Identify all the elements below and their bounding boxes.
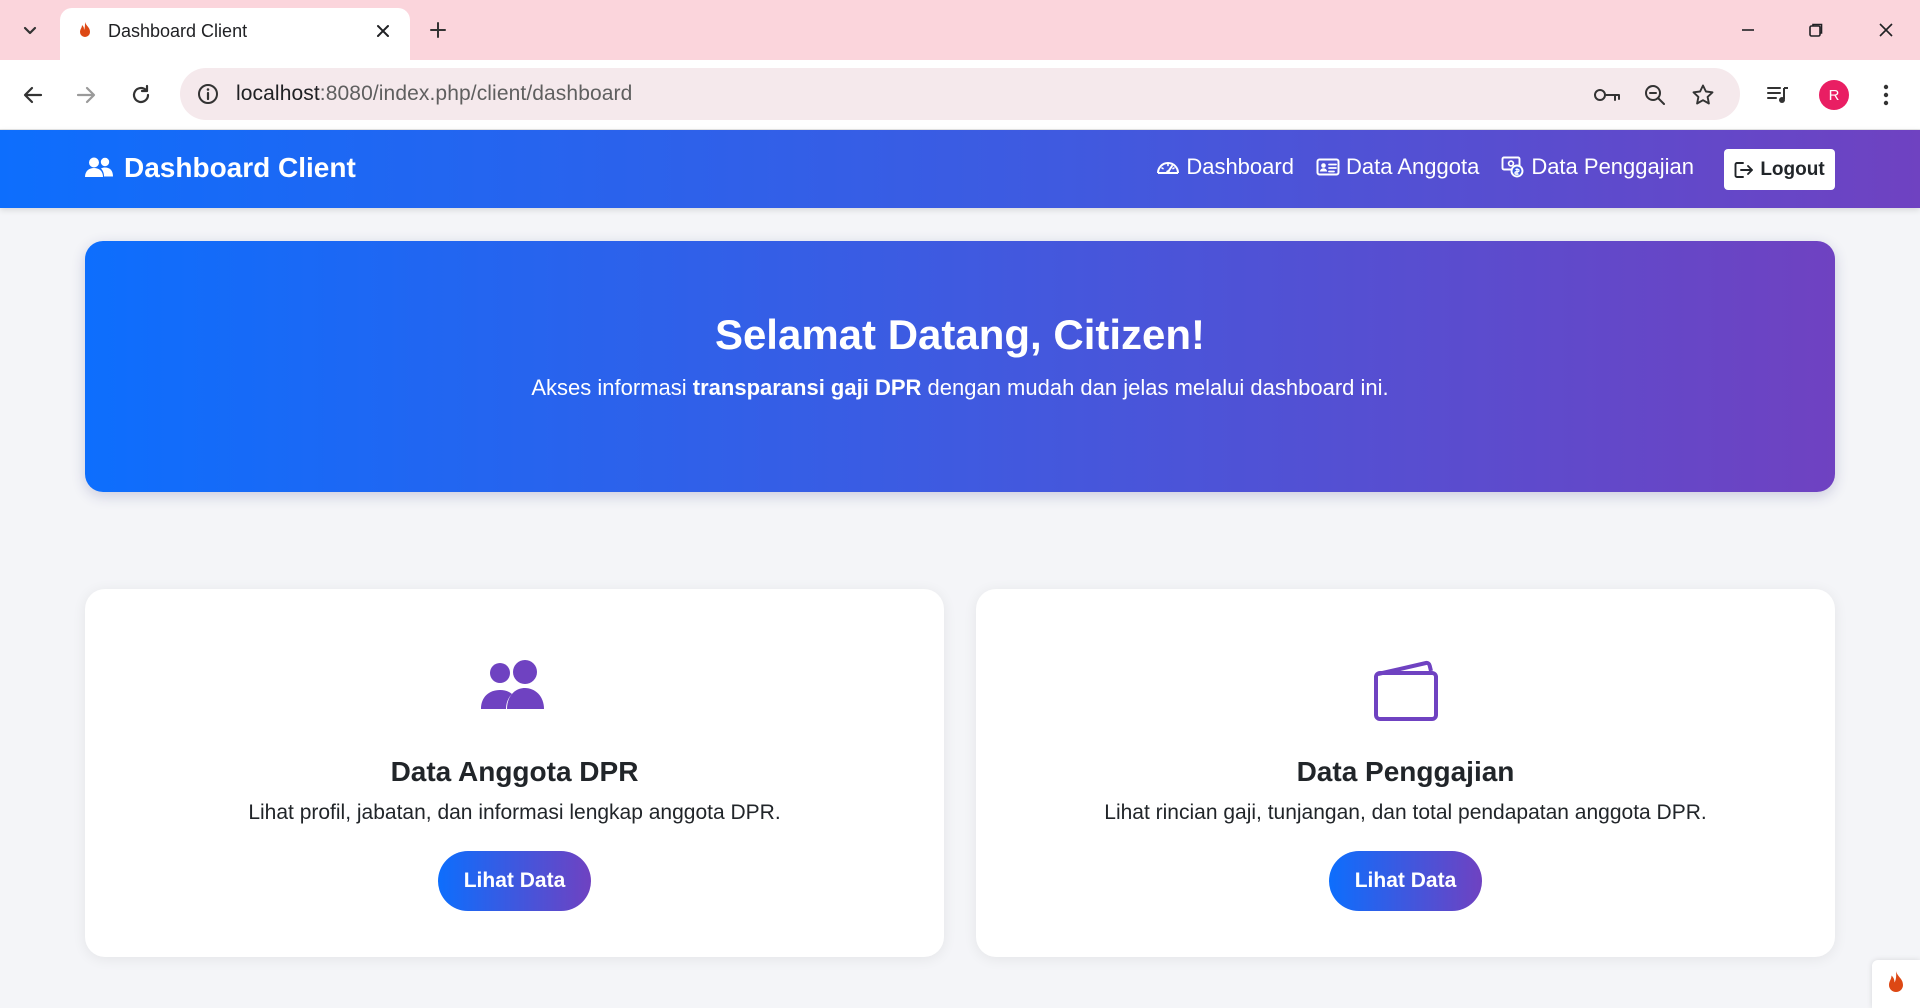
star-icon bbox=[1692, 84, 1714, 105]
cash-coin-icon bbox=[1501, 156, 1524, 178]
close-window-button[interactable] bbox=[1864, 10, 1908, 50]
url-path: :8080/index.php/client/dashboard bbox=[319, 82, 633, 105]
bookmark-button[interactable] bbox=[1688, 80, 1718, 110]
speedometer-icon bbox=[1157, 162, 1180, 174]
media-controls-button[interactable] bbox=[1760, 77, 1796, 113]
id-card-icon bbox=[1316, 158, 1340, 176]
browser-tab-strip: Dashboard Client bbox=[0, 0, 1920, 60]
card-title: Data Penggajian bbox=[1296, 756, 1515, 787]
arrow-left-icon bbox=[23, 86, 43, 104]
welcome-title: Selamat Datang, Citizen! bbox=[714, 311, 1206, 358]
logout-button[interactable]: Logout bbox=[1724, 149, 1835, 190]
welcome-subtitle: Akses informasi transparansi gaji DPR de… bbox=[85, 375, 1835, 401]
people-icon bbox=[85, 157, 113, 177]
app-navbar: Dashboard Client Dashboard Data Anggota … bbox=[0, 130, 1920, 208]
nav-link-dashboard[interactable]: Dashboard bbox=[1156, 154, 1294, 180]
nav-link-label: Data Anggota bbox=[1345, 154, 1480, 179]
restore-button[interactable] bbox=[1794, 10, 1838, 50]
nav-link-label: Data Penggajian bbox=[1531, 154, 1694, 179]
debug-toolbar-toggle[interactable] bbox=[1872, 960, 1920, 1008]
subtitle-emphasis: transparansi gaji DPR bbox=[692, 375, 922, 400]
forward-button[interactable] bbox=[68, 77, 104, 113]
minimize-icon bbox=[1742, 29, 1754, 31]
plus-icon bbox=[430, 22, 446, 38]
brand-label: Dashboard Client bbox=[124, 152, 356, 183]
flame-icon bbox=[1889, 971, 1903, 992]
reload-button[interactable] bbox=[123, 77, 159, 113]
back-button[interactable] bbox=[15, 77, 51, 113]
profile-avatar[interactable]: R bbox=[1819, 80, 1849, 110]
new-tab-button[interactable] bbox=[420, 12, 456, 48]
lihat-data-anggota-button[interactable]: Lihat Data bbox=[438, 851, 591, 911]
wallet-icon bbox=[976, 659, 1835, 725]
card-description: Lihat rincian gaji, tunjangan, dan total… bbox=[1104, 801, 1707, 824]
logout-label: Logout bbox=[1760, 158, 1825, 180]
browser-menu-button[interactable] bbox=[1868, 77, 1904, 113]
key-icon bbox=[1594, 89, 1620, 101]
logout-icon bbox=[1734, 161, 1754, 178]
more-vertical-icon bbox=[1883, 84, 1889, 106]
info-icon bbox=[198, 84, 218, 104]
restore-icon bbox=[1809, 23, 1823, 37]
tab-search-button[interactable] bbox=[12, 12, 48, 48]
tab-title: Dashboard Client bbox=[108, 21, 248, 41]
passwords-button[interactable] bbox=[1592, 80, 1622, 110]
people-icon bbox=[85, 659, 944, 725]
subtitle-text-start: Akses informasi bbox=[531, 375, 693, 400]
minimize-button[interactable] bbox=[1726, 10, 1770, 50]
url-host: localhost bbox=[236, 82, 320, 105]
zoom-out-icon bbox=[1645, 85, 1665, 105]
welcome-banner: Selamat Datang, Citizen! Akses informasi… bbox=[85, 241, 1835, 492]
reload-icon bbox=[132, 84, 150, 104]
nav-link-data-penggajian[interactable]: Data Penggajian bbox=[1501, 154, 1694, 180]
nav-link-data-anggota[interactable]: Data Anggota bbox=[1316, 154, 1479, 180]
subtitle-text-end: dengan mudah dan jelas melalui dashboard… bbox=[921, 375, 1389, 400]
browser-toolbar: localhost:8080/index.php/client/dashboar… bbox=[0, 60, 1920, 130]
nav-links: Dashboard Data Anggota Data Penggajian bbox=[1156, 154, 1694, 180]
close-icon bbox=[377, 25, 389, 37]
navbar-brand[interactable]: Dashboard Client bbox=[84, 152, 356, 184]
playlist-icon bbox=[1767, 87, 1788, 103]
address-bar[interactable]: localhost:8080/index.php/client/dashboar… bbox=[180, 68, 1740, 120]
site-info-button[interactable] bbox=[194, 80, 222, 108]
card-data-anggota: Data Anggota DPR Lihat profil, jabatan, … bbox=[85, 589, 944, 957]
card-data-penggajian: Data Penggajian Lihat rincian gaji, tunj… bbox=[976, 589, 1835, 957]
chevron-down-icon bbox=[23, 26, 37, 35]
zoom-button[interactable] bbox=[1640, 80, 1670, 110]
nav-link-label: Dashboard bbox=[1186, 154, 1294, 179]
arrow-right-icon bbox=[76, 86, 96, 104]
card-title: Data Anggota DPR bbox=[390, 756, 639, 787]
close-icon bbox=[1879, 23, 1893, 37]
lihat-data-penggajian-button[interactable]: Lihat Data bbox=[1329, 851, 1482, 911]
browser-tab-active[interactable]: Dashboard Client bbox=[60, 8, 410, 60]
flame-favicon-icon bbox=[74, 20, 96, 42]
card-description: Lihat profil, jabatan, dan informasi len… bbox=[248, 801, 781, 824]
tab-close-button[interactable] bbox=[370, 18, 396, 44]
url-text[interactable]: localhost:8080/index.php/client/dashboar… bbox=[236, 82, 632, 106]
